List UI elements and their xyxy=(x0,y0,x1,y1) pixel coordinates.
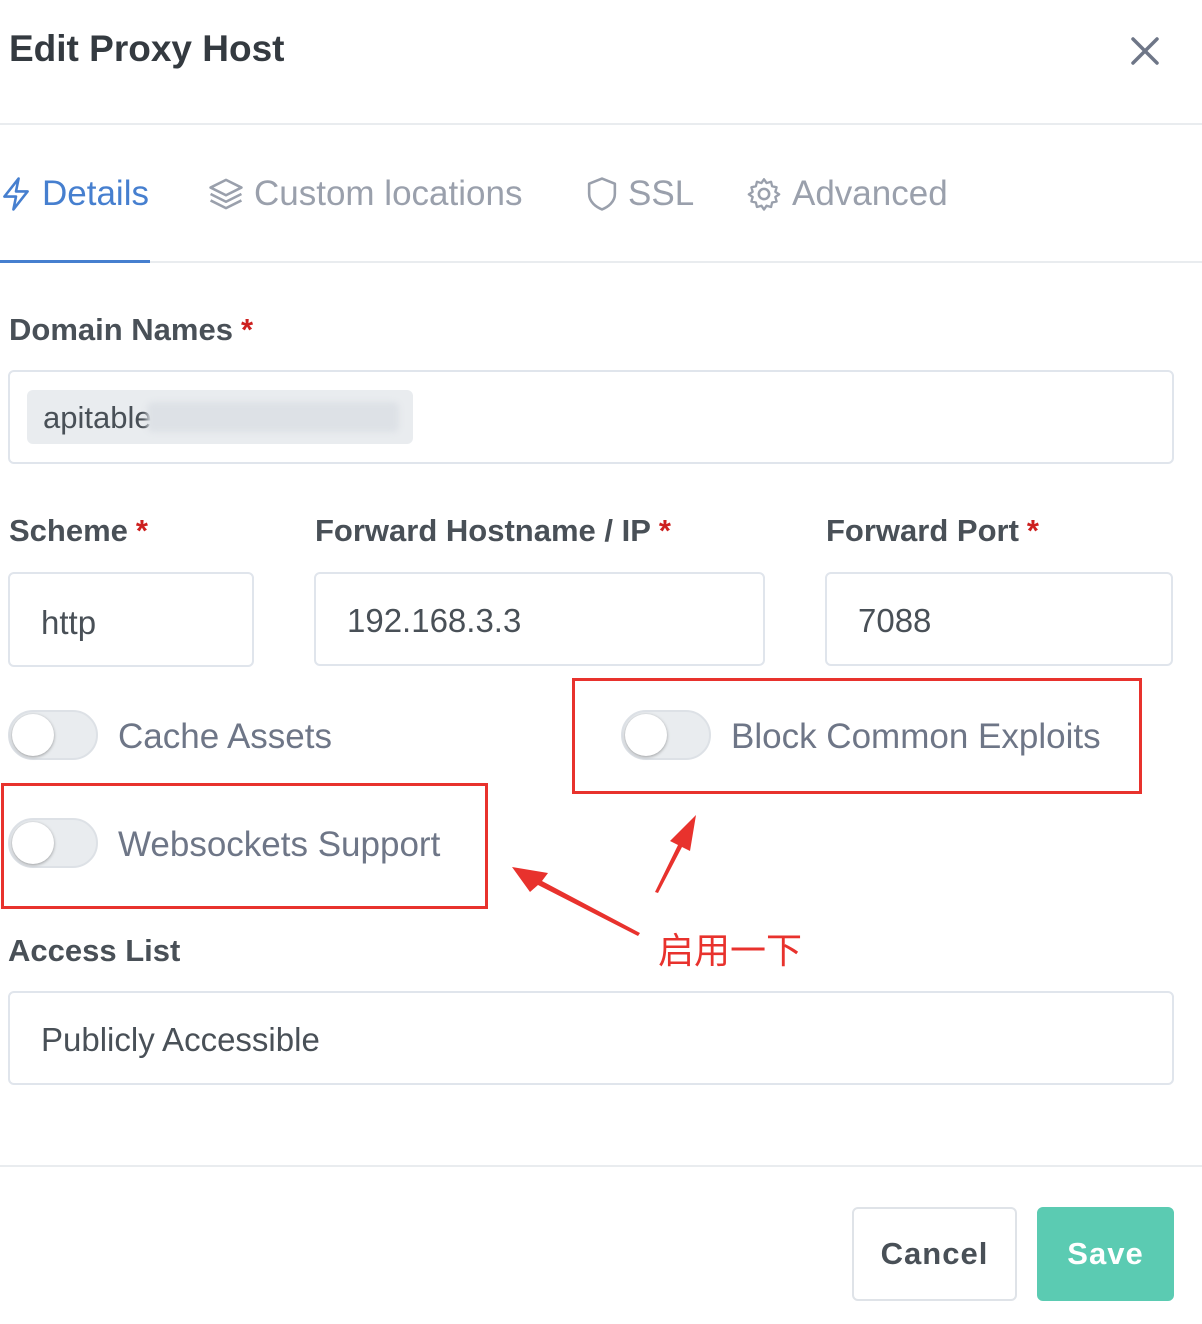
scheme-select[interactable]: http xyxy=(8,572,254,667)
forward-port-label-text: Forward Port xyxy=(826,513,1019,548)
annotation-box-websockets xyxy=(1,783,488,909)
domain-chip[interactable]: apitable xyxy=(27,390,413,444)
access-list-value: Publicly Accessible xyxy=(41,1021,320,1058)
annotation-box-block-exploits xyxy=(572,678,1142,794)
shield-icon xyxy=(587,177,617,211)
forward-hostname-label-text: Forward Hostname / IP xyxy=(315,513,651,548)
arrow-to-websockets xyxy=(512,867,640,936)
close-icon[interactable] xyxy=(1128,34,1162,68)
scheme-label-text: Scheme xyxy=(9,513,128,548)
scheme-value: http xyxy=(41,604,97,641)
required-marker: * xyxy=(135,513,148,548)
toggle-knob xyxy=(12,714,54,756)
cache-assets-label: Cache Assets xyxy=(118,717,332,756)
cache-assets-toggle[interactable] xyxy=(8,710,98,760)
tab-ssl[interactable]: SSL xyxy=(586,172,694,216)
redacted-blur xyxy=(147,402,399,432)
access-list-label: Access List xyxy=(8,933,181,968)
forward-port-label: Forward Port * xyxy=(826,513,1039,549)
domain-names-label-text: Domain Names xyxy=(9,312,233,347)
required-marker: * xyxy=(658,513,671,548)
domain-chip-text: apitable xyxy=(43,400,152,435)
tab-custom-locations[interactable]: Custom locations xyxy=(208,172,522,216)
required-marker: * xyxy=(240,312,254,347)
arrow-to-block-exploits xyxy=(655,815,696,893)
layers-icon xyxy=(209,178,243,210)
forward-hostname-value: 192.168.3.3 xyxy=(347,602,522,639)
modal-title: Edit Proxy Host xyxy=(9,28,285,69)
tab-ssl-label: SSL xyxy=(628,174,695,213)
forward-port-value: 7088 xyxy=(858,602,932,639)
lightning-icon xyxy=(3,177,29,211)
tab-details-label: Details xyxy=(42,174,149,213)
gear-icon xyxy=(747,178,781,211)
tab-advanced[interactable]: Advanced xyxy=(746,172,948,216)
annotation-text: 启用一下 xyxy=(658,930,803,971)
header-divider xyxy=(0,123,1202,125)
tab-advanced-label: Advanced xyxy=(792,174,948,213)
access-list-select[interactable]: Publicly Accessible xyxy=(8,991,1174,1085)
tab-custom-locations-label: Custom locations xyxy=(254,174,523,213)
save-button[interactable]: Save xyxy=(1037,1207,1174,1301)
scheme-label: Scheme * xyxy=(9,513,148,549)
forward-hostname-input[interactable]: 192.168.3.3 xyxy=(314,572,765,666)
required-marker: * xyxy=(1026,513,1039,548)
tab-details[interactable]: Details xyxy=(0,172,149,216)
footer-divider xyxy=(0,1165,1202,1167)
cancel-button[interactable]: Cancel xyxy=(852,1207,1017,1301)
active-tab-indicator xyxy=(0,260,150,263)
tabs-divider xyxy=(0,261,1202,263)
forward-port-input[interactable]: 7088 xyxy=(825,572,1173,666)
forward-hostname-label: Forward Hostname / IP * xyxy=(315,513,671,549)
domain-names-label: Domain Names * xyxy=(9,312,253,348)
